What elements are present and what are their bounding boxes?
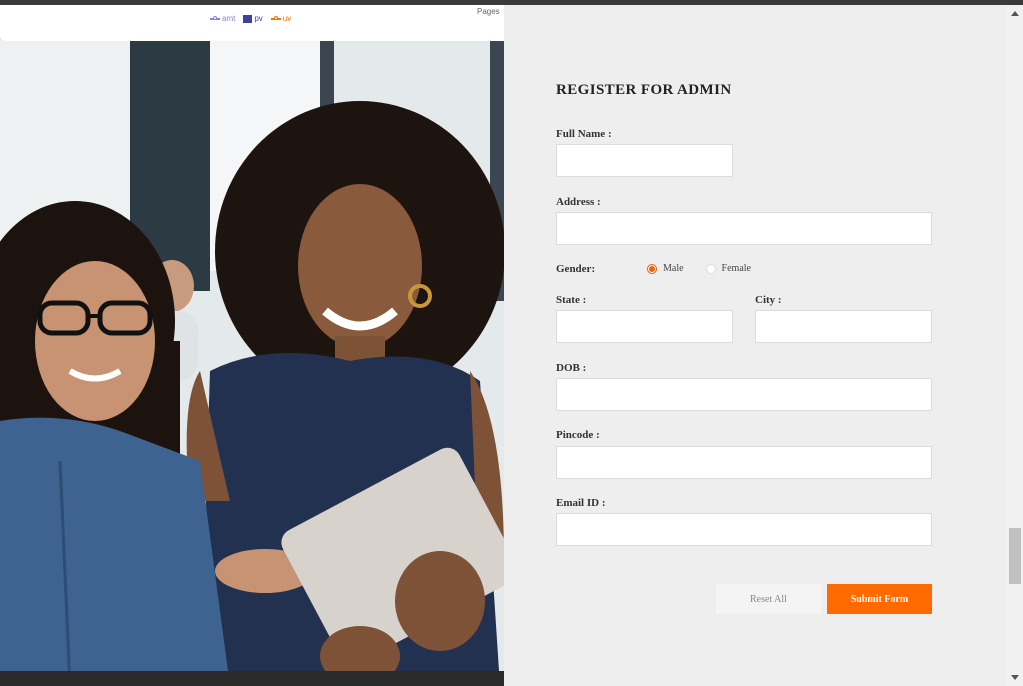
dob-label: DOB : xyxy=(556,362,587,374)
scroll-down-arrow-icon[interactable] xyxy=(1011,675,1019,680)
radio-label-female: Female xyxy=(721,263,751,274)
email-label: Email ID : xyxy=(556,497,606,509)
pincode-label: Pincode : xyxy=(556,429,600,441)
page-scrollbar[interactable] xyxy=(1007,5,1023,686)
full-name-input[interactable] xyxy=(556,144,733,177)
legend-label: amt xyxy=(222,14,236,23)
legend-item-uv: uv xyxy=(270,14,292,23)
chart-legend: amt pv uv xyxy=(210,14,291,23)
full-name-label: Full Name : xyxy=(556,128,612,140)
address-label: Address : xyxy=(556,196,601,208)
chart-axis-label: Pages xyxy=(477,7,500,16)
scrollbar-thumb[interactable] xyxy=(1009,528,1021,584)
city-label: City : xyxy=(755,294,782,306)
state-label: State : xyxy=(556,294,587,306)
reset-all-button[interactable]: Reset All xyxy=(716,584,821,614)
state-input[interactable] xyxy=(556,310,733,343)
pincode-input[interactable] xyxy=(556,446,932,479)
register-form-panel: REGISTER FOR ADMIN Full Name : Address :… xyxy=(504,5,1007,686)
legend-item-pv: pv xyxy=(243,14,263,23)
city-input[interactable] xyxy=(755,310,932,343)
dob-input[interactable] xyxy=(556,378,932,411)
scroll-up-arrow-icon[interactable] xyxy=(1011,11,1019,16)
chart-card: amt pv uv Pages xyxy=(0,5,557,41)
legend-line-icon xyxy=(210,15,220,20)
teacher-student-tablet-photo xyxy=(0,41,504,686)
submit-form-button[interactable]: Submit Form xyxy=(827,584,932,614)
legend-line-icon xyxy=(270,15,281,20)
legend-item-amt: amt xyxy=(210,14,235,23)
email-input[interactable] xyxy=(556,513,932,546)
legend-label: uv xyxy=(282,14,292,23)
gender-label: Gender: xyxy=(556,263,596,275)
gender-radio-group: Male Female xyxy=(647,263,751,274)
gender-radio-male[interactable]: Male xyxy=(647,263,684,274)
legend-label: pv xyxy=(254,14,263,23)
legend-box-icon xyxy=(243,14,253,23)
address-input[interactable] xyxy=(556,212,932,245)
gender-radio-female[interactable]: Female xyxy=(705,263,751,274)
radio-unselected-icon[interactable] xyxy=(705,263,716,274)
form-title: REGISTER FOR ADMIN xyxy=(556,82,732,98)
radio-selected-icon[interactable] xyxy=(647,263,657,274)
radio-label-male: Male xyxy=(663,263,684,274)
